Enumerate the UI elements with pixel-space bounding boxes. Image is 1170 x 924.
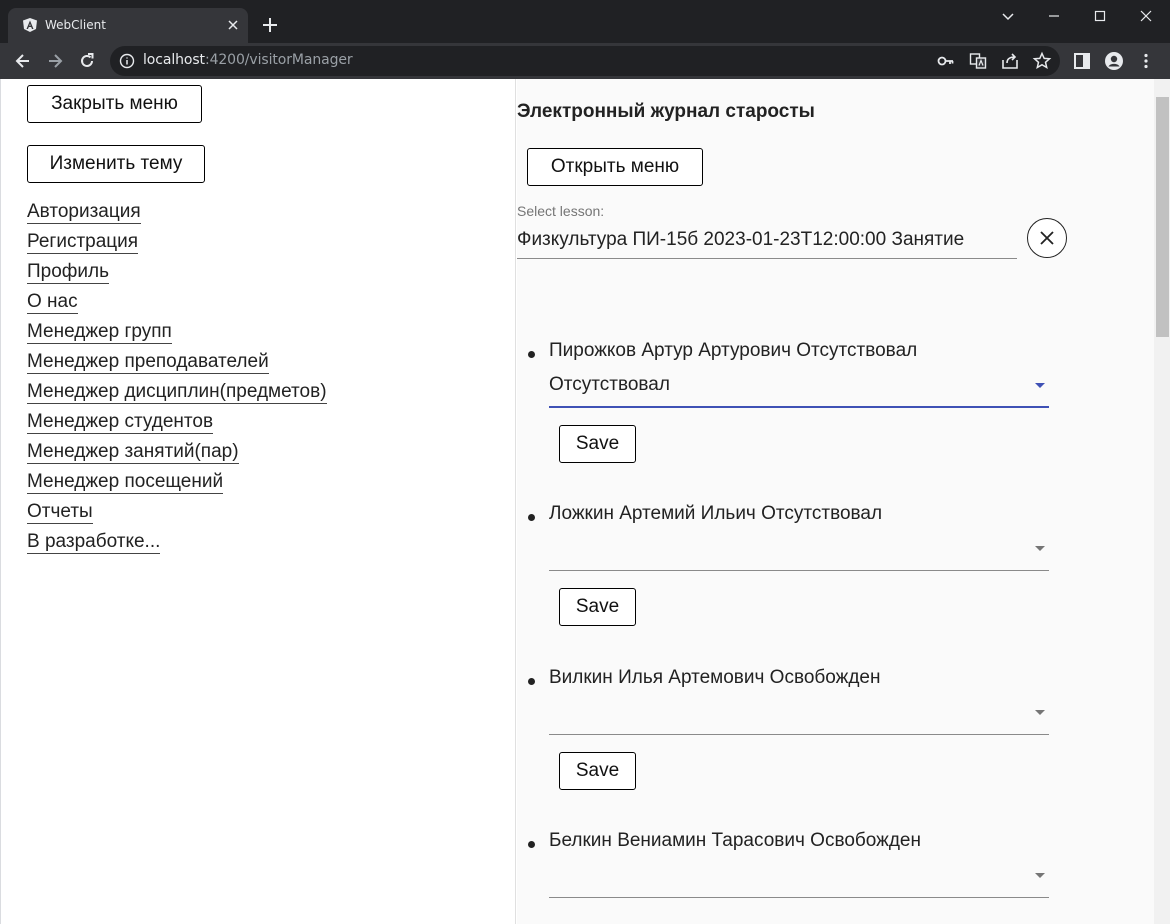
browser-tab[interactable]: WebClient [8,8,248,43]
dropdown-arrow-icon [1035,546,1045,551]
reload-icon[interactable] [77,51,97,71]
side-menu: Закрыть меню Изменить тему Авторизация Р… [16,79,516,924]
nav-links: Авторизация Регистрация Профиль О нас Ме… [27,199,327,559]
nav-link-subjects[interactable]: Менеджер дисциплин(предметов) [27,379,327,409]
nav-link-in-development[interactable]: В разработке... [27,529,327,559]
profile-avatar-icon[interactable] [1104,51,1124,71]
open-menu-button[interactable]: Открыть меню [527,148,703,186]
browser-tabstrip: WebClient [0,0,1170,43]
close-window-icon[interactable] [1134,4,1158,28]
bullet [528,678,535,685]
key-icon[interactable] [936,51,956,71]
close-icon [1040,231,1054,245]
share-icon[interactable] [1000,51,1020,71]
maximize-icon[interactable] [1088,4,1112,28]
page-viewport: Закрыть меню Изменить тему Авторизация Р… [0,79,1170,924]
new-tab-icon[interactable] [260,15,280,35]
close-tab-icon[interactable] [225,17,241,33]
attendance-status-value: Отсутствовал [549,374,670,395]
bullet [528,514,535,521]
nav-link-reports[interactable]: Отчеты [27,499,327,529]
save-button[interactable]: Save [559,588,636,626]
nav-link-teachers[interactable]: Менеджер преподавателей [27,349,327,379]
lesson-select-label: Select lesson: [517,203,605,219]
clear-lesson-button[interactable] [1027,218,1067,258]
minimize-icon[interactable] [1042,4,1066,28]
attendance-status-select[interactable] [549,693,1049,735]
kebab-menu-icon[interactable] [1136,51,1156,71]
attendance-status-select[interactable] [549,529,1049,571]
attendance-status-select[interactable] [549,856,1049,898]
lesson-select-value: Физкультура ПИ-15б 2023-01-23T12:00:00 З… [517,229,965,250]
main-content: Электронный журнал старосты Открыть меню… [517,79,1154,924]
bullet [528,351,535,358]
attendance-status-select[interactable]: Отсутствовал [549,366,1049,408]
back-arrow-icon[interactable] [13,51,33,71]
tab-search-chevron-icon[interactable] [996,4,1020,28]
dropdown-arrow-icon [1035,383,1045,388]
angular-logo-icon [23,18,37,32]
forward-arrow-icon[interactable] [45,51,65,71]
nav-link-lessons[interactable]: Менеджер занятий(пар) [27,439,327,469]
dropdown-arrow-icon [1035,710,1045,715]
save-button[interactable]: Save [559,425,636,463]
save-button[interactable]: Save [559,752,636,790]
bullet [528,841,535,848]
url-text[interactable]: localhost:4200/visitorManager [143,52,353,68]
nav-link-auth[interactable]: Авторизация [27,199,327,229]
close-menu-button[interactable]: Закрыть меню [27,85,202,123]
nav-link-visits[interactable]: Менеджер посещений [27,469,327,499]
scrollbar-thumb[interactable] [1156,97,1169,337]
translate-icon[interactable] [968,51,988,71]
change-theme-button[interactable]: Изменить тему [27,145,205,183]
student-name: Белкин Вениамин Тарасович Освобожден [549,830,921,851]
student-name: Ложкин Артемий Ильич Отсутствовал [549,503,883,524]
dropdown-arrow-icon [1035,873,1045,878]
tab-title: WebClient [45,18,106,32]
page-title: Электронный журнал старосты [517,101,815,122]
student-name: Пирожков Артур Артурович Отсутствовал [549,340,918,361]
nav-link-about[interactable]: О нас [27,289,327,319]
nav-link-register[interactable]: Регистрация [27,229,327,259]
nav-link-profile[interactable]: Профиль [27,259,327,289]
side-panel-icon[interactable] [1072,51,1092,71]
nav-link-groups[interactable]: Менеджер групп [27,319,327,349]
bookmark-star-icon[interactable] [1032,51,1052,71]
vertical-scrollbar[interactable] [1154,79,1170,924]
nav-link-students[interactable]: Менеджер студентов [27,409,327,439]
student-name: Вилкин Илья Артемович Освобожден [549,667,881,688]
site-info-icon[interactable] [119,53,135,69]
